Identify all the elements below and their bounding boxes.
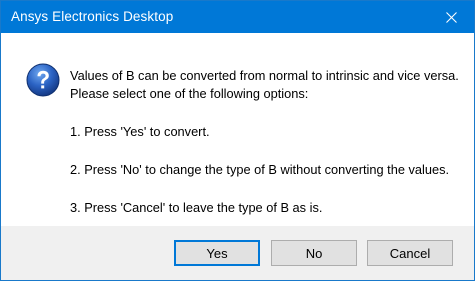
yes-button[interactable]: Yes bbox=[174, 240, 260, 266]
option-yes-text: 1. Press 'Yes' to convert. bbox=[70, 124, 210, 139]
option-cancel-text: 3. Press 'Cancel' to leave the type of B… bbox=[70, 200, 323, 215]
close-button[interactable] bbox=[428, 1, 474, 33]
button-bar: Yes No Cancel bbox=[1, 226, 474, 280]
title-bar[interactable]: Ansys Electronics Desktop bbox=[1, 1, 474, 33]
no-button[interactable]: No bbox=[271, 240, 357, 266]
close-icon bbox=[445, 11, 457, 23]
option-no-text: 2. Press 'No' to change the type of B wi… bbox=[70, 162, 450, 177]
cancel-button[interactable]: Cancel bbox=[367, 240, 453, 266]
message-line-1: Values of B can be converted from normal… bbox=[70, 68, 459, 83]
message-line-2: Please select one of the following optio… bbox=[70, 86, 309, 101]
question-icon bbox=[26, 63, 60, 97]
dialog-content: Values of B can be converted from normal… bbox=[1, 33, 474, 226]
window-title: Ansys Electronics Desktop bbox=[11, 9, 174, 24]
message-text: Values of B can be converted from normal… bbox=[70, 67, 465, 217]
dialog-window: Ansys Electronics Desktop Values of B ca… bbox=[0, 0, 475, 281]
